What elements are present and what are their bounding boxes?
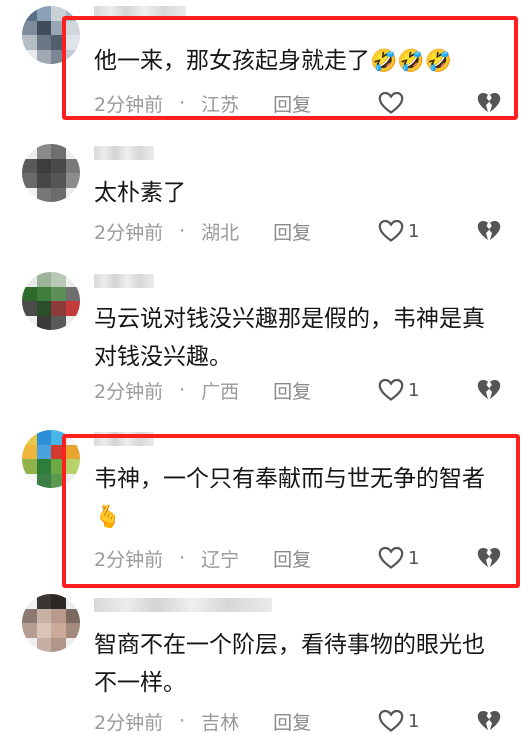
avatar[interactable] bbox=[22, 272, 80, 330]
broken-heart-icon bbox=[477, 711, 501, 730]
reply-button[interactable]: 回复 bbox=[273, 218, 311, 245]
like-button[interactable]: 1 bbox=[378, 709, 438, 733]
meta-separator: · bbox=[179, 220, 186, 242]
highlight-box bbox=[62, 16, 518, 120]
like-button[interactable]: 1 bbox=[378, 378, 438, 402]
heart-outline-icon bbox=[378, 378, 404, 401]
heart-outline-icon bbox=[378, 219, 404, 242]
comment-location: 广西 bbox=[201, 380, 240, 403]
comment-item: 马云说对钱没兴趣那是假的，韦神是真对钱没兴趣。 2分钟前 · 广西 回复 1 bbox=[0, 264, 532, 414]
dislike-button[interactable] bbox=[476, 378, 502, 402]
like-count: 1 bbox=[408, 710, 420, 732]
broken-heart-icon bbox=[477, 221, 501, 240]
comment-item: 太朴素了 2分钟前 · 湖北 回复 1 bbox=[0, 136, 532, 256]
like-count: 1 bbox=[408, 379, 420, 401]
heart-outline-icon bbox=[378, 709, 404, 732]
dislike-button[interactable] bbox=[476, 709, 502, 733]
like-button[interactable]: 1 bbox=[378, 219, 438, 243]
comment-time: 2分钟前 bbox=[94, 221, 164, 244]
comment-time: 2分钟前 bbox=[94, 711, 164, 734]
comment-time: 2分钟前 bbox=[94, 380, 164, 403]
meta-separator: · bbox=[179, 379, 186, 401]
meta-separator: · bbox=[179, 710, 186, 732]
broken-heart-icon bbox=[477, 380, 501, 399]
highlight-box bbox=[62, 434, 520, 588]
comment-meta: 2分钟前 · 湖北 回复 1 bbox=[94, 218, 502, 244]
comment-text: 智商不在一个阶层，看待事物的眼光也不一样。 bbox=[94, 632, 485, 696]
comment-text: 太朴素了 bbox=[94, 180, 186, 206]
username-obscured bbox=[94, 146, 154, 160]
reply-button[interactable]: 回复 bbox=[273, 377, 311, 404]
comment-location: 吉林 bbox=[201, 711, 240, 734]
like-count: 1 bbox=[408, 220, 420, 242]
avatar[interactable] bbox=[22, 144, 80, 202]
comment-location: 湖北 bbox=[201, 221, 240, 244]
comment-item: 智商不在一个阶层，看待事物的眼光也不一样。 2分钟前 · 吉林 回复 1 bbox=[0, 590, 532, 745]
avatar[interactable] bbox=[22, 594, 80, 652]
comment-meta: 2分钟前 · 广西 回复 1 bbox=[94, 377, 502, 403]
username-obscured bbox=[94, 274, 154, 288]
username-obscured bbox=[94, 598, 272, 612]
comment-meta: 2分钟前 · 吉林 回复 1 bbox=[94, 708, 502, 734]
dislike-button[interactable] bbox=[476, 219, 502, 243]
reply-button[interactable]: 回复 bbox=[273, 708, 311, 735]
comment-text: 马云说对钱没兴趣那是假的，韦神是真对钱没兴趣。 bbox=[94, 306, 485, 370]
